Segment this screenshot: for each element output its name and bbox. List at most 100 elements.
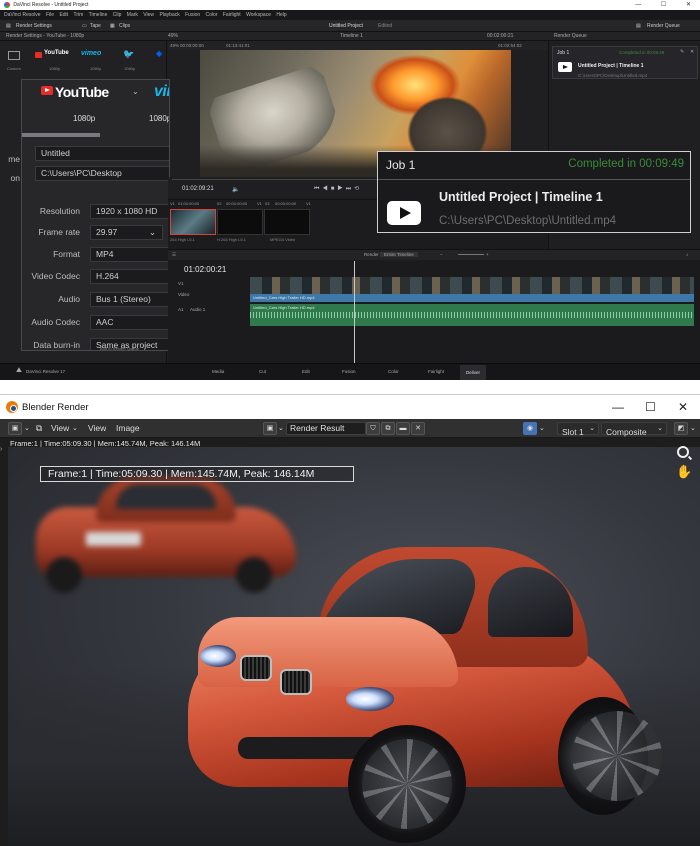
resolution-field[interactable]: 1920 x 1080 HD [90,204,169,219]
audio-field[interactable]: Bus 1 (Stereo) [90,292,169,307]
menu-fairlight[interactable]: Fairlight [223,10,241,20]
menu-view[interactable]: View [143,10,154,20]
tape-icon[interactable]: ▭ [82,20,87,32]
edited-status: Edited [378,23,393,29]
zoom-level-viewer[interactable]: 49% [170,41,179,50]
image-name-field[interactable]: Render Result [286,422,366,435]
page-fairlight[interactable]: Fairlight [428,369,444,374]
menu-timeline[interactable]: Timeline [89,10,108,20]
youtube-preset-icon[interactable] [35,52,42,58]
menu-mark[interactable]: Mark [127,10,138,20]
clip-thumbnail-1[interactable] [170,209,216,235]
open-folder-icon[interactable]: ▬ [396,422,410,435]
render-settings-icon[interactable]: ▤ [6,20,11,32]
menu-trim[interactable]: Trim [73,10,83,20]
clip-thumbnail-2[interactable] [217,209,263,235]
menu-fusion[interactable]: Fusion [185,10,200,20]
clip-thumbnail-3[interactable] [264,209,310,235]
close-icon[interactable]: ✕ [690,49,694,55]
page-media[interactable]: Media [212,369,224,374]
chevron-down-icon[interactable]: ⌄ [24,424,30,432]
menu-clip[interactable]: Clip [113,10,122,20]
frame-rate-select[interactable]: 29.97 ⌄ [90,225,163,240]
zoom-in-icon[interactable]: + [486,252,489,257]
transport-controls[interactable]: ⏮◀■▶⏭⟲ [314,185,362,193]
resolve-window-controls[interactable]: — ☐ ✕ [635,0,700,10]
audio-clip[interactable]: Untitled_Cars High Trailer HD.mp4 [250,304,694,326]
toolbar-expand-icon[interactable]: › [0,446,8,458]
minimize-button[interactable]: — [612,400,624,414]
format-field[interactable]: MP4 [90,247,169,262]
render-queue-button[interactable]: Render Queue [647,20,680,32]
view-mode-menu[interactable]: View [51,423,69,433]
menu-davinci[interactable]: DaVinci Resolve [4,10,41,20]
page-deliver[interactable]: Deliver [460,365,487,380]
display-channels-icon[interactable]: ◉ [523,422,537,435]
menu-workspace[interactable]: Workspace [246,10,271,20]
editor-type-icon[interactable]: ▣ [8,422,22,435]
chevron-down-icon[interactable]: ⌄ [72,424,78,432]
dropbox-preset-icon[interactable]: ◆ [156,49,162,58]
render-queue-icon[interactable]: ▤ [636,20,641,32]
view-menu[interactable]: View [88,423,106,433]
menu-help[interactable]: Help [276,10,286,20]
fake-user-shield-icon[interactable]: ⛉ [366,422,380,435]
zoom-icon[interactable] [677,446,689,458]
timeline-name[interactable]: Timeline 1 [340,32,363,41]
page-cut[interactable]: Cut [259,369,266,374]
render-settings-button[interactable]: Render Settings [16,20,52,32]
tape-button[interactable]: Tape [90,20,101,32]
add-to-render-queue-button[interactable]: Add to Render Queue [100,346,139,351]
page-fusion[interactable]: Fusion [342,369,356,374]
vimeo-preset-label[interactable]: vimeo [81,50,101,57]
page-color[interactable]: Color [388,369,399,374]
image-menu[interactable]: Image [116,423,140,433]
audio-icon[interactable]: 🔈 [232,186,239,193]
chevron-down-icon[interactable]: ⌄ [278,424,284,432]
menu-file[interactable]: File [46,10,54,20]
unlink-image-icon[interactable]: ✕ [411,422,425,435]
clips-icon[interactable]: ▦ [110,20,115,32]
close-button[interactable]: ✕ [678,400,688,414]
timeline-list-icon[interactable]: ☰ [172,252,176,258]
location-field[interactable]: C:\Users\PC\Desktop [35,166,169,181]
zoom-slider[interactable] [458,254,484,255]
render-result-viewport[interactable] [8,447,700,846]
twitter-preset-icon[interactable]: 🐦 [123,49,134,60]
video-codec-field[interactable]: H.264 [90,269,169,284]
render-pass-select[interactable]: Composite ⌄ [601,422,667,437]
vimeo-label[interactable]: vimeo [154,83,169,101]
clips-button[interactable]: Clips [119,20,130,32]
audio-codec-field[interactable]: AAC [90,315,169,330]
render-range-select[interactable]: Entire Timeline [380,252,418,257]
page-edit[interactable]: Edit [302,369,310,374]
sidebar-toggle-icon[interactable]: ◩ [674,422,688,435]
view-mode-icon[interactable]: ⧉ [36,423,42,434]
slot-select[interactable]: Slot 1 ⌄ [557,422,599,437]
chevron-down-icon[interactable]: ⌄ [132,87,139,96]
menu-color[interactable]: Color [206,10,218,20]
zoom-level[interactable]: 49% [168,32,178,41]
track-v1-label: V1 [178,281,184,286]
chevron-down-icon[interactable]: ⌄ [690,424,696,432]
playhead[interactable] [354,261,355,364]
zoom-out-icon[interactable]: − [440,252,443,257]
youtube-preset-label[interactable]: YouTube [44,50,69,56]
youtube-label[interactable]: YouTube [55,84,109,100]
name-field[interactable]: Untitled [35,146,169,161]
chevron-down-icon[interactable]: ⌄ [539,424,545,432]
custom-preset-icon[interactable] [8,51,20,60]
render-settings-title: Render Settings - YouTube - 1080p [6,33,85,39]
audio-meter-icon[interactable]: ♪ [686,252,688,257]
video-clip-thumbnails[interactable] [250,277,694,294]
pan-hand-icon[interactable]: ✋ [676,464,692,480]
maximize-button[interactable]: ☐ [645,400,656,414]
menu-edit[interactable]: Edit [59,10,68,20]
resolve-home-icon[interactable]: ⛰ [16,367,22,375]
video-clip[interactable]: Untitled_Cars High Trailer HD.mp4 [250,294,694,302]
duplicate-image-icon[interactable]: ⧉ [381,422,395,435]
render-job-card[interactable]: Job 1 Completed in 00:09:49 ✎ ✕ Untitled… [552,46,698,79]
image-browse-icon[interactable]: ▣ [263,422,277,435]
edit-icon[interactable]: ✎ [680,49,684,55]
menu-playback[interactable]: Playback [159,10,179,20]
